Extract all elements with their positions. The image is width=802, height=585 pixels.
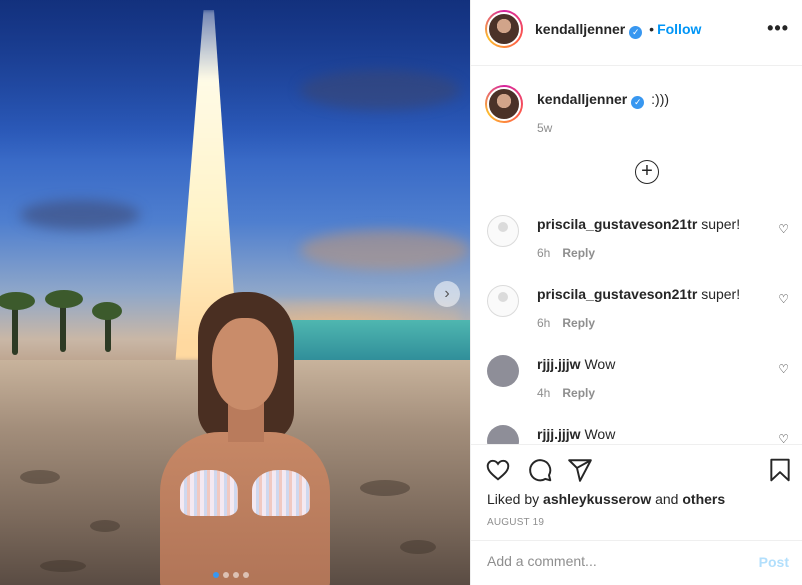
caption: kendalljenner ✓ :))) [537, 91, 669, 109]
post-photo[interactable]: › [0, 0, 470, 585]
photo-sand-texture [20, 470, 60, 484]
follow-button[interactable]: Follow [657, 21, 701, 37]
comment-item: priscila_gustaveson21tr super! 6h Reply ♡ [487, 215, 797, 275]
verified-badge-icon: ✓ [631, 96, 645, 109]
photo-sand-texture [40, 560, 86, 572]
comment-text: Wow [584, 356, 616, 372]
comment-avatar[interactable] [487, 215, 519, 247]
photo-person-face [212, 318, 278, 410]
share-send-icon[interactable] [567, 457, 593, 483]
photo-person [150, 292, 340, 585]
comment-like-icon[interactable]: ♡ [778, 362, 789, 376]
comment-avatar[interactable] [487, 355, 519, 387]
comment-text: super! [701, 216, 741, 232]
comment-like-icon[interactable]: ♡ [778, 222, 789, 236]
comment-meta: 4h Reply [537, 386, 595, 400]
photo-bikini-right [252, 470, 310, 516]
comment-meta: 6h Reply [537, 246, 595, 260]
more-options-icon[interactable]: ••• [767, 18, 789, 39]
author-line: kendalljenner ✓ • Follow [535, 21, 701, 39]
comment-username[interactable]: rjjj.jjjw [537, 356, 581, 372]
liked-by-prefix: Liked by [487, 491, 540, 507]
carousel-next-button[interactable]: › [434, 281, 460, 307]
comment-avatar[interactable] [487, 425, 519, 444]
comment-bubble-icon[interactable] [527, 457, 553, 483]
comment-username[interactable]: priscila_gustaveson21tr [537, 286, 697, 302]
comment-like-icon[interactable]: ♡ [778, 292, 789, 306]
caption-timestamp[interactable]: 5w [537, 121, 552, 135]
comment-text: Wow [584, 426, 616, 442]
add-comment-input[interactable] [487, 553, 737, 569]
comment-item: priscila_gustaveson21tr super! 6h Reply ♡ [487, 285, 797, 345]
comment-item: rjjj.jjjw Wow 4h Reply ♡ [487, 355, 797, 415]
reply-button[interactable]: Reply [562, 246, 595, 260]
caption-username[interactable]: kendalljenner [537, 91, 627, 107]
add-comment-bar: Post [471, 540, 802, 585]
comment-item: rjjj.jjjw Wow ♡ [487, 425, 797, 444]
load-more-comments-icon[interactable]: + [635, 160, 659, 184]
photo-cloud [20, 200, 140, 230]
comment-body: priscila_gustaveson21tr super! [537, 216, 740, 232]
like-heart-icon[interactable] [485, 457, 511, 483]
carousel-dot [223, 572, 229, 578]
carousel-indicator [213, 572, 249, 578]
post-date[interactable]: AUGUST 19 [487, 517, 544, 528]
photo-palm-leaves [45, 290, 83, 308]
comment-text: super! [701, 286, 741, 302]
carousel-dot [243, 572, 249, 578]
photo-bikini-left [180, 470, 238, 516]
photo-sand-texture [400, 540, 436, 554]
caption-author-avatar[interactable] [485, 85, 523, 123]
comment-meta: 6h Reply [537, 316, 595, 330]
likes-summary: Liked by ashleykusserow and others [487, 491, 725, 507]
liked-by-user[interactable]: ashleykusserow [543, 491, 651, 507]
photo-sand-texture [360, 480, 410, 496]
photo-cloud [300, 70, 460, 110]
comment-username[interactable]: rjjj.jjjw [537, 426, 581, 442]
carousel-dot [213, 572, 219, 578]
post-comment-button[interactable]: Post [759, 554, 789, 570]
comment-time[interactable]: 4h [537, 386, 550, 400]
photo-palm-trunk [12, 305, 18, 355]
comments-section[interactable]: kendalljenner ✓ :))) 5w + priscila_gustav… [471, 67, 802, 444]
post-side-panel: kendalljenner ✓ • Follow ••• kendalljenner… [470, 0, 802, 585]
caption-text: :))) [651, 91, 670, 107]
post-header: kendalljenner ✓ • Follow ••• [471, 0, 802, 66]
author-username[interactable]: kendalljenner [535, 21, 625, 37]
author-avatar[interactable] [485, 10, 523, 48]
comment-username[interactable]: priscila_gustaveson21tr [537, 216, 697, 232]
photo-palm-leaves [0, 292, 35, 310]
comment-time[interactable]: 6h [537, 246, 550, 260]
photo-palm-leaves [92, 302, 122, 320]
carousel-dot [233, 572, 239, 578]
save-bookmark-icon[interactable] [767, 457, 793, 483]
comment-body: rjjj.jjjw Wow [537, 356, 615, 372]
photo-sand-texture [90, 520, 120, 532]
reply-button[interactable]: Reply [562, 316, 595, 330]
liked-by-others[interactable]: others [682, 491, 725, 507]
photo-cloud [300, 230, 470, 270]
reply-button[interactable]: Reply [562, 386, 595, 400]
comment-avatar[interactable] [487, 285, 519, 317]
comment-like-icon[interactable]: ♡ [778, 432, 789, 444]
comment-body: rjjj.jjjw Wow [537, 426, 615, 442]
verified-badge-icon: ✓ [629, 26, 643, 39]
comment-body: priscila_gustaveson21tr super! [537, 286, 740, 302]
comment-time[interactable]: 6h [537, 316, 550, 330]
separator-dot: • [649, 21, 655, 37]
post-actions: Liked by ashleykusserow and others AUGUS… [471, 444, 802, 540]
liked-by-and: and [655, 491, 679, 507]
